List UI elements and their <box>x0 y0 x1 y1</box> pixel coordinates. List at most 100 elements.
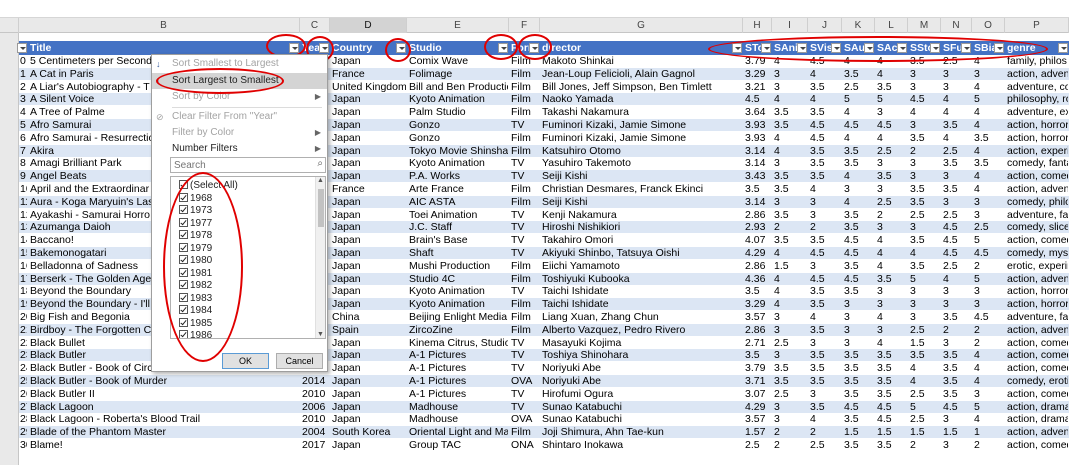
table-cell[interactable]: 2 <box>908 439 940 451</box>
table-cell[interactable]: 3 <box>875 106 907 118</box>
table-cell[interactable]: 2 <box>808 426 841 438</box>
table-cell[interactable]: 4 <box>875 247 907 259</box>
table-cell[interactable]: Kyoto Animation <box>407 298 508 310</box>
table-cell[interactable]: Madhouse <box>407 413 508 425</box>
table-cell[interactable]: Noriyuki Abe <box>540 362 742 374</box>
table-cell[interactable]: 2.5 <box>875 145 907 157</box>
table-cell[interactable]: 3.5 <box>875 375 907 387</box>
table-cell[interactable]: 3.5 <box>875 362 907 374</box>
table-cell[interactable]: 3.43 <box>743 170 771 182</box>
table-cell[interactable]: 4.5 <box>972 311 1004 323</box>
table-cell[interactable]: 27 <box>19 401 27 413</box>
table-cell[interactable]: 3.5 <box>908 260 940 272</box>
table-cell[interactable]: Film <box>509 81 539 93</box>
table-cell[interactable]: 1.5 <box>908 426 940 438</box>
table-cell[interactable]: 3.5 <box>808 81 841 93</box>
filter-search-box[interactable]: ⌕ <box>170 157 326 173</box>
number-filters-item[interactable]: Number Filters ▶ <box>152 141 327 157</box>
table-cell[interactable]: Kenji Nakamura <box>540 209 742 221</box>
table-cell[interactable]: 3.5 <box>842 349 874 361</box>
table-cell[interactable]: 3 <box>842 311 874 323</box>
table-cell[interactable]: 4 <box>19 106 27 118</box>
table-cell[interactable]: 3.5 <box>808 375 841 387</box>
filter-dropdown-icon[interactable] <box>498 43 508 53</box>
table-cell[interactable]: 3.5 <box>842 145 874 157</box>
scroll-up-icon[interactable]: ▲ <box>317 177 324 184</box>
table-cell[interactable]: Bill Jones, Jeff Simpson, Ben Timlett <box>540 81 742 93</box>
filter-value-item[interactable]: 1985 <box>179 317 212 330</box>
table-cell[interactable]: 2.86 <box>743 324 771 336</box>
table-cell[interactable]: 4.5 <box>842 234 874 246</box>
table-cell[interactable]: 3 <box>941 285 971 297</box>
table-cell[interactable]: 4 <box>908 106 940 118</box>
table-cell[interactable]: 4.5 <box>842 119 874 131</box>
checkbox-checked-icon[interactable] <box>179 255 188 264</box>
cancel-button[interactable]: Cancel <box>276 353 323 369</box>
table-cell[interactable]: Japan <box>330 221 406 233</box>
table-cell[interactable]: 3.5 <box>772 170 807 182</box>
table-cell[interactable]: 2010 <box>300 413 329 425</box>
table-cell[interactable]: Japan <box>330 413 406 425</box>
table-cell[interactable]: 2 <box>808 221 841 233</box>
filter-value-item[interactable]: 1986 <box>179 329 212 338</box>
table-cell[interactable]: Japan <box>330 260 406 272</box>
table-cell[interactable]: Beijing Enlight Media <box>407 311 508 323</box>
table-cell[interactable]: 3 <box>772 311 807 323</box>
table-cell[interactable]: TV <box>509 401 539 413</box>
filter-dropdown-icon[interactable] <box>994 43 1004 53</box>
table-cell[interactable]: 3.5 <box>842 221 874 233</box>
table-cell[interactable]: 4 <box>808 311 841 323</box>
table-cell[interactable]: 3 <box>875 285 907 297</box>
table-cell[interactable]: 29 <box>19 426 27 438</box>
table-cell[interactable]: Film <box>509 106 539 118</box>
table-cell[interactable]: 1 <box>19 68 27 80</box>
table-cell[interactable]: 3 <box>941 68 971 80</box>
table-cell[interactable]: 3.5 <box>808 234 841 246</box>
table-cell[interactable]: A-1 Pictures <box>407 375 508 387</box>
table-cell[interactable]: 4.29 <box>743 401 771 413</box>
table-cell[interactable]: 3.5 <box>842 285 874 297</box>
filter-dropdown-icon[interactable] <box>797 43 807 53</box>
table-cell[interactable]: 2.86 <box>743 260 771 272</box>
table-cell[interactable]: Group TAC <box>407 439 508 451</box>
table-cell[interactable]: Mushi Production <box>407 260 508 272</box>
table-cell[interactable]: China <box>330 311 406 323</box>
table-cell[interactable]: OVA <box>509 413 539 425</box>
table-cell[interactable]: 2.5 <box>941 145 971 157</box>
table-cell[interactable]: 8 <box>19 157 27 169</box>
table-cell[interactable]: 5 <box>19 119 27 131</box>
table-cell[interactable]: 3.5 <box>772 119 807 131</box>
table-cell[interactable]: adventure, fant <box>1005 209 1068 221</box>
column-letter-e[interactable]: E <box>407 18 509 33</box>
table-cell[interactable]: Spain <box>330 324 406 336</box>
filter-value-item[interactable]: 1981 <box>179 267 212 280</box>
table-cell[interactable]: Sunao Katabuchi <box>540 413 742 425</box>
table-cell[interactable]: P.A. Works <box>407 170 508 182</box>
table-cell[interactable]: 4.5 <box>842 401 874 413</box>
table-cell[interactable]: 3.14 <box>743 196 771 208</box>
table-cell[interactable]: 2010 <box>300 388 329 400</box>
table-cell[interactable]: 5 <box>972 234 1004 246</box>
table-cell[interactable]: comedy, slice c <box>1005 221 1068 233</box>
table-cell[interactable]: Taichi Ishidate <box>540 298 742 310</box>
table-cell[interactable]: action, comedy <box>1005 234 1068 246</box>
table-cell[interactable]: 3.5 <box>842 413 874 425</box>
table-cell[interactable]: Film <box>509 93 539 105</box>
table-cell[interactable]: 3 <box>908 221 940 233</box>
table-cell[interactable]: 4.5 <box>972 247 1004 259</box>
table-cell[interactable]: 3.5 <box>842 260 874 272</box>
table-cell[interactable]: 3.5 <box>808 285 841 297</box>
table-cell[interactable]: 3.5 <box>808 349 841 361</box>
table-cell[interactable]: Film <box>509 132 539 144</box>
column-letter-i[interactable]: I <box>772 18 808 33</box>
table-cell[interactable]: 4 <box>842 55 874 67</box>
table-cell[interactable]: Japan <box>330 157 406 169</box>
table-cell[interactable]: 4 <box>972 119 1004 131</box>
table-cell[interactable]: Japan <box>330 247 406 259</box>
table-cell[interactable]: 3 <box>908 298 940 310</box>
table-cell[interactable]: 2 <box>772 221 807 233</box>
table-cell[interactable]: 3.5 <box>808 362 841 374</box>
table-cell[interactable]: 5 <box>972 401 1004 413</box>
table-cell[interactable]: Film <box>509 183 539 195</box>
table-cell[interactable]: Joji Shimura, Ahn Tae-kun <box>540 426 742 438</box>
